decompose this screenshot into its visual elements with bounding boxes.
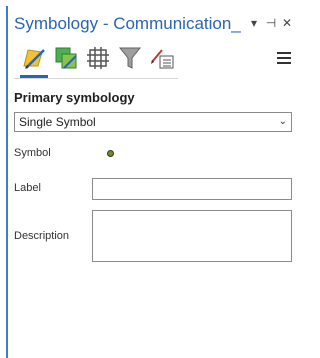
label-field-label: Label — [14, 182, 41, 194]
label-input[interactable] — [92, 178, 292, 200]
symbology-pane: Symbology - Communication_... ▾ ⊣ ✕ Prim… — [0, 0, 297, 358]
pane-title: Symbology - Communication_... — [14, 14, 242, 33]
description-field-label: Description — [14, 230, 70, 242]
hamburger-menu-icon[interactable] — [277, 52, 291, 64]
pin-button[interactable]: ⊣ — [264, 16, 278, 30]
section-heading-primary-symbology: Primary symbology — [14, 90, 135, 105]
pane-left-border — [6, 6, 8, 358]
symbol-label: Symbol — [14, 147, 51, 159]
toolbar-divider — [14, 78, 178, 79]
symbology-type-select[interactable]: Single Symbol ⌄ — [14, 112, 292, 132]
symbology-toolbar — [14, 42, 297, 79]
filter-icon[interactable] — [116, 44, 144, 72]
pane-titlebar: Symbology - Communication_... ▾ ⊣ ✕ — [14, 12, 297, 38]
chevron-down-icon: ⌄ — [278, 116, 287, 127]
symbol-preview-icon[interactable] — [107, 150, 114, 157]
symbol-layers-icon[interactable] — [84, 44, 112, 72]
pane-options-button[interactable]: ▾ — [247, 16, 261, 30]
primary-symbology-icon[interactable] — [20, 44, 48, 78]
advanced-symbology-icon[interactable] — [148, 44, 176, 72]
symbology-type-value: Single Symbol — [19, 115, 96, 129]
vary-symbology-icon[interactable] — [52, 44, 80, 72]
description-textarea[interactable] — [92, 210, 292, 262]
close-button[interactable]: ✕ — [280, 16, 294, 30]
